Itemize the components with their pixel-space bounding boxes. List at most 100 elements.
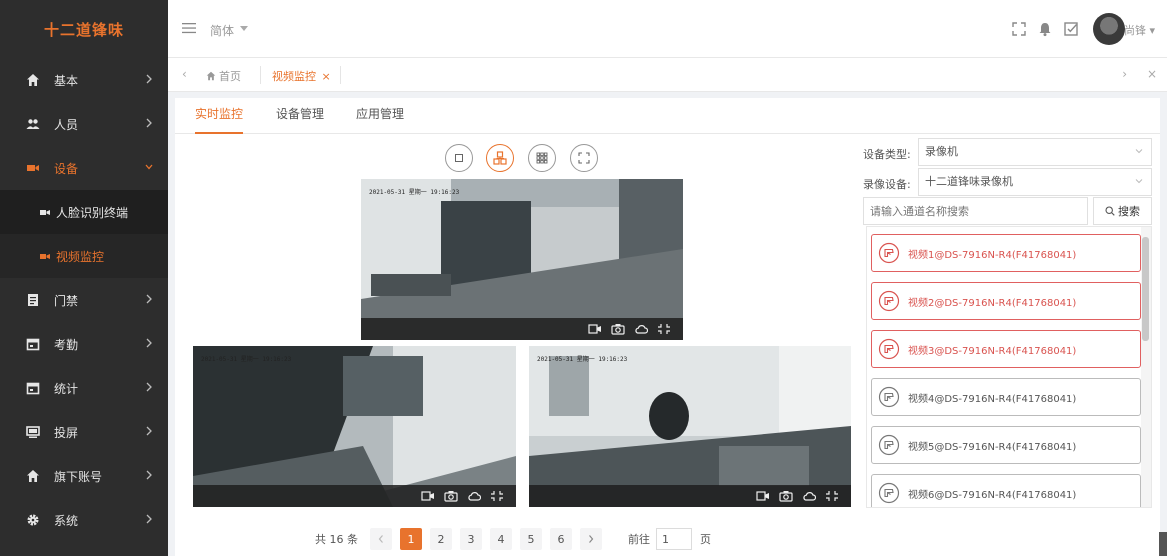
tab-home[interactable]: 首页 — [206, 68, 241, 84]
page-button-2[interactable]: 2 — [430, 528, 452, 550]
sidebar-subitem-label: 视频监控 — [56, 249, 105, 264]
subtab-live-monitor[interactable]: 实时监控 — [195, 98, 244, 134]
page-button-3[interactable]: 3 — [460, 528, 482, 550]
sidebar-item-label: 人员 — [54, 117, 79, 132]
video-feed-3[interactable]: 2021-05-31 星期一 19:16:23 — [529, 346, 851, 507]
goto-page-input[interactable] — [656, 528, 692, 550]
fullscreen-button[interactable] — [570, 144, 598, 172]
device-type-label: 设备类型: — [863, 148, 911, 161]
chevron-left-icon — [378, 535, 383, 543]
sidebar-item-sub-accounts[interactable]: 旗下账号 — [0, 454, 168, 498]
recorder-label: 录像设备: — [863, 178, 911, 191]
expand-icon — [578, 152, 590, 164]
chevron-right-icon — [146, 74, 152, 84]
calendar-icon — [26, 337, 40, 351]
expand-icon[interactable] — [657, 323, 671, 335]
sidebar-item-people[interactable]: 人员 — [0, 102, 168, 146]
main-content: 实时监控 设备管理 应用管理 2021-05-31 星期一 19:16:23 2… — [175, 98, 1160, 556]
channel-label: 视频5@DS-7916N-R4(F41768041) — [908, 441, 1077, 453]
close-all-tabs-icon[interactable]: × — [1147, 67, 1157, 81]
next-page-button[interactable] — [580, 528, 602, 550]
search-button-label: 搜索 — [1118, 205, 1140, 218]
chevron-right-icon — [146, 426, 152, 436]
sidebar-item-basic[interactable]: 基本 — [0, 58, 168, 102]
sidebar-item-statistics[interactable]: 统计 — [0, 366, 168, 410]
channel-list-scrollbar[interactable] — [1141, 227, 1151, 507]
layout-single-button[interactable] — [445, 144, 473, 172]
scrollbar-thumb[interactable] — [1142, 237, 1149, 341]
sidebar-item-label: 系统 — [54, 513, 79, 528]
sidebar-item-system[interactable]: 系统 — [0, 498, 168, 542]
gear-icon — [26, 513, 40, 527]
channel-item[interactable]: 视频5@DS-7916N-R4(F41768041) — [871, 426, 1141, 464]
record-icon[interactable] — [756, 490, 770, 502]
tab-video-monitor[interactable]: 视频监控 × — [272, 68, 331, 84]
subtab-app-management[interactable]: 应用管理 — [356, 98, 404, 134]
tab-divider — [340, 66, 341, 84]
bell-icon[interactable] — [1037, 21, 1053, 37]
cloud-icon[interactable] — [802, 490, 816, 502]
sidebar-item-device[interactable]: 设备 — [0, 146, 168, 190]
camera-feed-image — [529, 346, 851, 507]
page-button-1[interactable]: 1 — [400, 528, 422, 550]
subtab-bar: 实时监控 设备管理 应用管理 — [175, 98, 1160, 134]
sidebar-item-label: 旗下账号 — [54, 469, 103, 484]
username-dropdown[interactable]: 尚锋 ▾ — [1124, 22, 1155, 38]
pagination-total: 共 16 条 — [315, 533, 358, 546]
channel-item[interactable]: 视频2@DS-7916N-R4(F41768041) — [871, 282, 1141, 320]
sidebar-subitem-video-monitor[interactable]: 视频监控 — [0, 234, 168, 278]
fullscreen-icon[interactable] — [1011, 21, 1027, 37]
page-button-4[interactable]: 4 — [490, 528, 512, 550]
channel-camera-icon — [878, 338, 900, 360]
user-avatar[interactable] — [1093, 13, 1125, 45]
tab-scroll-left-icon[interactable]: ‹ — [182, 67, 187, 81]
channel-label: 视频1@DS-7916N-R4(F41768041) — [908, 249, 1077, 261]
calendar-icon — [26, 381, 40, 395]
sidebar-subitem-face-terminal[interactable]: 人脸识别终端 — [0, 190, 168, 234]
tab-close-icon[interactable]: × — [322, 70, 331, 83]
channel-item[interactable]: 视频4@DS-7916N-R4(F41768041) — [871, 378, 1141, 416]
expand-icon[interactable] — [490, 490, 504, 502]
sidebar: 十二道锋味 基本 人员 设备 人脸识别终端 视频监控 门禁 考勤 统计 投屏 旗… — [0, 0, 168, 556]
language-selector[interactable]: 简体 — [210, 22, 234, 39]
channel-search-input[interactable] — [863, 197, 1088, 225]
layout-quad-button[interactable] — [486, 144, 514, 172]
sidebar-item-label: 投屏 — [54, 425, 79, 440]
video-feed-1[interactable]: 2021-05-31 星期一 19:16:23 — [361, 179, 683, 340]
sidebar-item-screencast[interactable]: 投屏 — [0, 410, 168, 454]
layout-grid-button[interactable] — [528, 144, 556, 172]
sidebar-item-label: 设备 — [54, 161, 79, 176]
device-type-select[interactable]: 录像机 — [918, 138, 1152, 166]
snapshot-icon[interactable] — [779, 490, 793, 502]
home-icon — [26, 73, 40, 87]
channel-list: 视频1@DS-7916N-R4(F41768041) 视频2@DS-7916N-… — [866, 226, 1152, 508]
recorder-select[interactable]: 十二道锋味录像机 — [918, 168, 1152, 196]
page-button-6[interactable]: 6 — [550, 528, 572, 550]
record-icon[interactable] — [421, 490, 435, 502]
cloud-icon[interactable] — [634, 323, 648, 335]
video-feed-2[interactable]: 2021-05-31 星期一 19:16:23 — [193, 346, 516, 507]
search-button[interactable]: 搜索 — [1093, 197, 1152, 225]
tab-scroll-right-icon[interactable]: › — [1122, 67, 1127, 81]
channel-item[interactable]: 视频1@DS-7916N-R4(F41768041) — [871, 234, 1141, 272]
snapshot-icon[interactable] — [611, 323, 625, 335]
sidebar-item-label: 统计 — [54, 381, 79, 396]
record-icon[interactable] — [588, 323, 602, 335]
sidebar-item-access[interactable]: 门禁 — [0, 278, 168, 322]
channel-item[interactable]: 视频3@DS-7916N-R4(F41768041) — [871, 330, 1141, 368]
checkbox-icon[interactable] — [1063, 21, 1079, 37]
channel-item[interactable]: 视频6@DS-7916N-R4(F41768041) — [871, 474, 1141, 507]
username: 尚锋 — [1123, 24, 1146, 37]
video-toolbar — [361, 318, 683, 340]
prev-page-button[interactable] — [370, 528, 392, 550]
sidebar-item-label: 门禁 — [54, 293, 79, 308]
snapshot-icon[interactable] — [444, 490, 458, 502]
caret-down-icon — [240, 26, 248, 31]
expand-icon[interactable] — [825, 490, 839, 502]
goto-label: 前往 — [628, 533, 650, 546]
page-button-5[interactable]: 5 — [520, 528, 542, 550]
cloud-icon[interactable] — [467, 490, 481, 502]
subtab-device-management[interactable]: 设备管理 — [276, 98, 324, 134]
sidebar-item-attendance[interactable]: 考勤 — [0, 322, 168, 366]
menu-toggle-icon[interactable] — [182, 22, 196, 34]
